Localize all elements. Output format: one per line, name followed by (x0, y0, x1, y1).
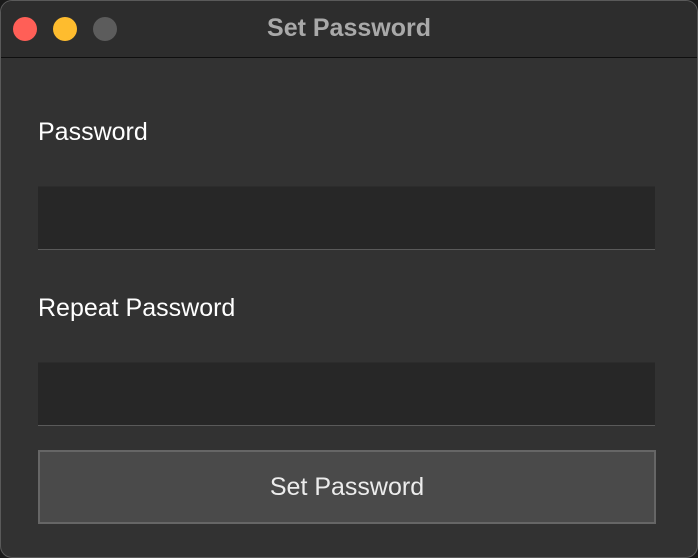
window-title: Set Password (267, 14, 431, 42)
set-password-button[interactable]: Set Password (38, 450, 656, 524)
repeat-password-input[interactable] (38, 362, 655, 426)
set-password-window: Set Password Password Repeat Password Se… (0, 0, 698, 558)
title-bar[interactable]: Set Password (1, 1, 697, 58)
repeat-password-label: Repeat Password (38, 294, 236, 322)
password-label: Password (38, 118, 148, 146)
password-input[interactable] (38, 186, 655, 250)
